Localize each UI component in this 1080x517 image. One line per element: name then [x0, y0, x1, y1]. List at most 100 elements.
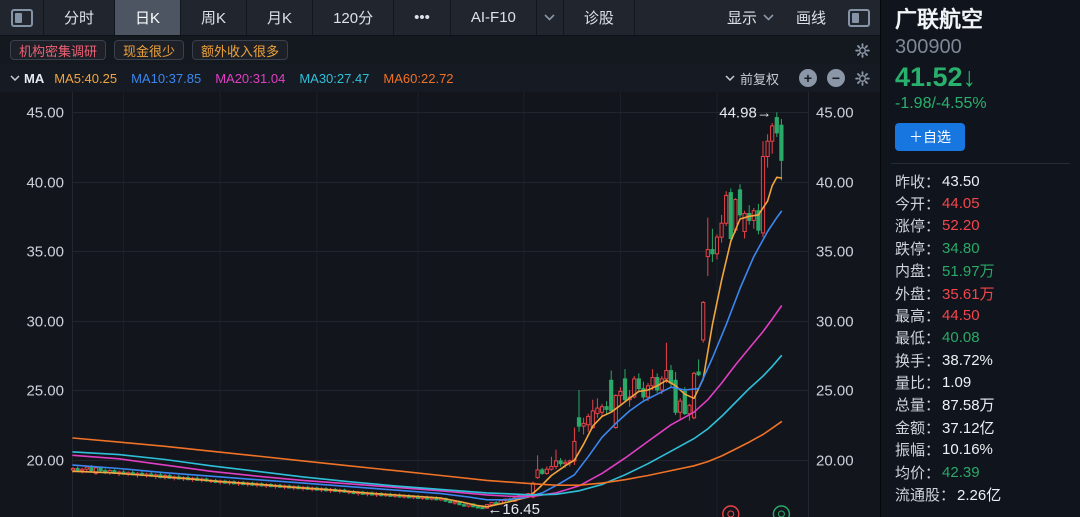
ma10-value: MA10:37.85 — [131, 71, 201, 86]
tab-ai-f10[interactable]: AI-F10 — [451, 0, 537, 35]
candle-down — [697, 372, 700, 375]
candle-up — [453, 502, 456, 503]
candle-down — [711, 250, 714, 254]
stat-row-float-shares: 流通股：2.26亿 — [895, 483, 1066, 505]
stat-row-inner-volume: 内盘：51.97万 — [895, 259, 1066, 281]
toggle-left-panel-button[interactable] — [0, 0, 44, 35]
candle-down — [449, 501, 452, 502]
y-axis-label-right: 35.00 — [816, 244, 854, 261]
candle-down — [610, 380, 613, 411]
tab-daily-k[interactable]: 日K — [115, 0, 181, 35]
indicator-settings-gear-icon[interactable] — [855, 71, 870, 86]
tab-120min[interactable]: 120分 — [313, 0, 394, 35]
candle-down — [623, 379, 626, 400]
candle-up — [725, 195, 728, 223]
candle-up — [619, 391, 622, 395]
stat-value: 37.12亿 — [942, 417, 995, 438]
tab-more-periods[interactable]: ••• — [394, 0, 451, 35]
ai-f10-chevron-down-icon[interactable] — [537, 0, 563, 35]
ma-indicator-title: MA — [24, 71, 44, 86]
y-axis-label-right: 45.00 — [816, 105, 854, 122]
display-menu[interactable]: 显示 — [727, 7, 774, 28]
stat-row-high: 最高：44.50 — [895, 304, 1066, 326]
tag-settings-gear-icon[interactable] — [855, 43, 870, 58]
stat-row-low: 最低：40.08 — [895, 327, 1066, 349]
stat-label: 涨停： — [895, 215, 940, 236]
candle-up — [582, 423, 585, 426]
candle-up — [550, 466, 553, 469]
last-price: 41.52↓ — [895, 61, 1066, 93]
display-menu-label: 显示 — [727, 7, 757, 28]
stat-value: 35.61万 — [942, 283, 995, 304]
tag-extra-income[interactable]: 额外收入很多 — [192, 40, 288, 60]
stat-row-amount: 金额：37.12亿 — [895, 416, 1066, 438]
tag-institution-research[interactable]: 机构密集调研 — [10, 40, 106, 60]
candle-up — [665, 371, 668, 379]
stock-name: 广联航空 — [895, 6, 1066, 34]
quote-panel: 广联航空 300900 41.52↓ -1.98/-4.55% ＋自选 昨收：4… — [880, 0, 1080, 517]
stat-row-open: 今开：44.05 — [895, 192, 1066, 214]
stat-label: 振幅： — [895, 439, 940, 460]
stat-row-amplitude: 振幅：10.16% — [895, 439, 1066, 461]
stat-row-limit-up: 涨停：52.20 — [895, 215, 1066, 237]
candle-down — [605, 407, 608, 410]
ma-collapse-chevron-icon[interactable] — [10, 75, 20, 81]
candle-up — [715, 237, 718, 254]
candle-up — [81, 469, 84, 470]
y-axis-label-right: 30.00 — [816, 314, 854, 331]
tab-weekly-k[interactable]: 周K — [181, 0, 247, 35]
y-axis-label-left: 20.00 — [26, 453, 64, 470]
candle-up — [71, 469, 74, 470]
quote-divider — [891, 163, 1070, 164]
stat-label: 换手： — [895, 350, 940, 371]
ma-values: MA5:40.25MA10:37.85MA20:31.04MA30:27.47M… — [54, 71, 467, 86]
stat-label: 最低： — [895, 327, 940, 348]
zoom-out-button[interactable]: − — [827, 69, 845, 87]
candle-down — [462, 505, 465, 506]
ma60-value: MA60:22.72 — [383, 71, 453, 86]
candle-down — [656, 377, 659, 390]
candle-down — [738, 190, 741, 215]
candle-up — [706, 250, 709, 257]
stat-row-total-volume: 总量：87.58万 — [895, 394, 1066, 416]
tab-timeshare[interactable]: 分时 — [44, 0, 115, 35]
stat-value: 38.72% — [942, 352, 993, 369]
candle-up — [536, 470, 539, 478]
tag-low-cash[interactable]: 现金很少 — [114, 40, 184, 60]
candle-down — [577, 418, 580, 426]
candle-up — [85, 467, 88, 469]
candle-down — [729, 193, 732, 239]
ma20-value: MA20:31.04 — [215, 71, 285, 86]
candle-down — [76, 469, 79, 471]
stat-row-limit-down: 跌停：34.80 — [895, 237, 1066, 259]
y-axis-label-right: 20.00 — [816, 453, 854, 470]
candle-up — [646, 386, 649, 397]
ma-line-ma10 — [73, 211, 781, 499]
stat-label: 内盘： — [895, 260, 940, 281]
candle-down — [637, 379, 640, 389]
stat-value: 34.80 — [942, 240, 980, 257]
candle-down — [541, 470, 544, 473]
panel-left-icon — [11, 9, 33, 27]
stat-row-prev-close: 昨收：43.50 — [895, 170, 1066, 192]
candle-up — [702, 302, 705, 340]
quote-stats: 昨收：43.50今开：44.05涨停：52.20跌停：34.80内盘：51.97… — [895, 170, 1066, 506]
y-axis-label-left: 25.00 — [26, 383, 64, 400]
zoom-in-button[interactable]: + — [799, 69, 817, 87]
y-axis-label-left: 45.00 — [26, 105, 64, 122]
tab-diagnose[interactable]: 诊股 — [563, 0, 635, 35]
low-marker: ←16.45 — [487, 501, 540, 517]
toggle-right-panel-button[interactable] — [848, 9, 870, 27]
stat-value: 2.26亿 — [957, 484, 1001, 505]
add-watchlist-button[interactable]: ＋自选 — [895, 123, 965, 151]
adjust-mode-dropdown[interactable]: 前复权 — [725, 69, 779, 88]
stock-chart-window: 45.0045.0040.0040.0035.0035.0030.0030.00… — [0, 0, 1080, 517]
stat-value: 51.97万 — [942, 260, 995, 281]
stat-value: 87.58万 — [942, 394, 995, 415]
tab-monthly-k[interactable]: 月K — [247, 0, 313, 35]
stat-value: 1.09 — [942, 374, 971, 391]
indicator-bar: MA MA5:40.25MA10:37.85MA20:31.04MA30:27.… — [0, 64, 880, 92]
draw-line-button[interactable]: 画线 — [796, 7, 826, 28]
candle-up — [766, 141, 769, 156]
stat-label: 流通股： — [895, 484, 955, 505]
